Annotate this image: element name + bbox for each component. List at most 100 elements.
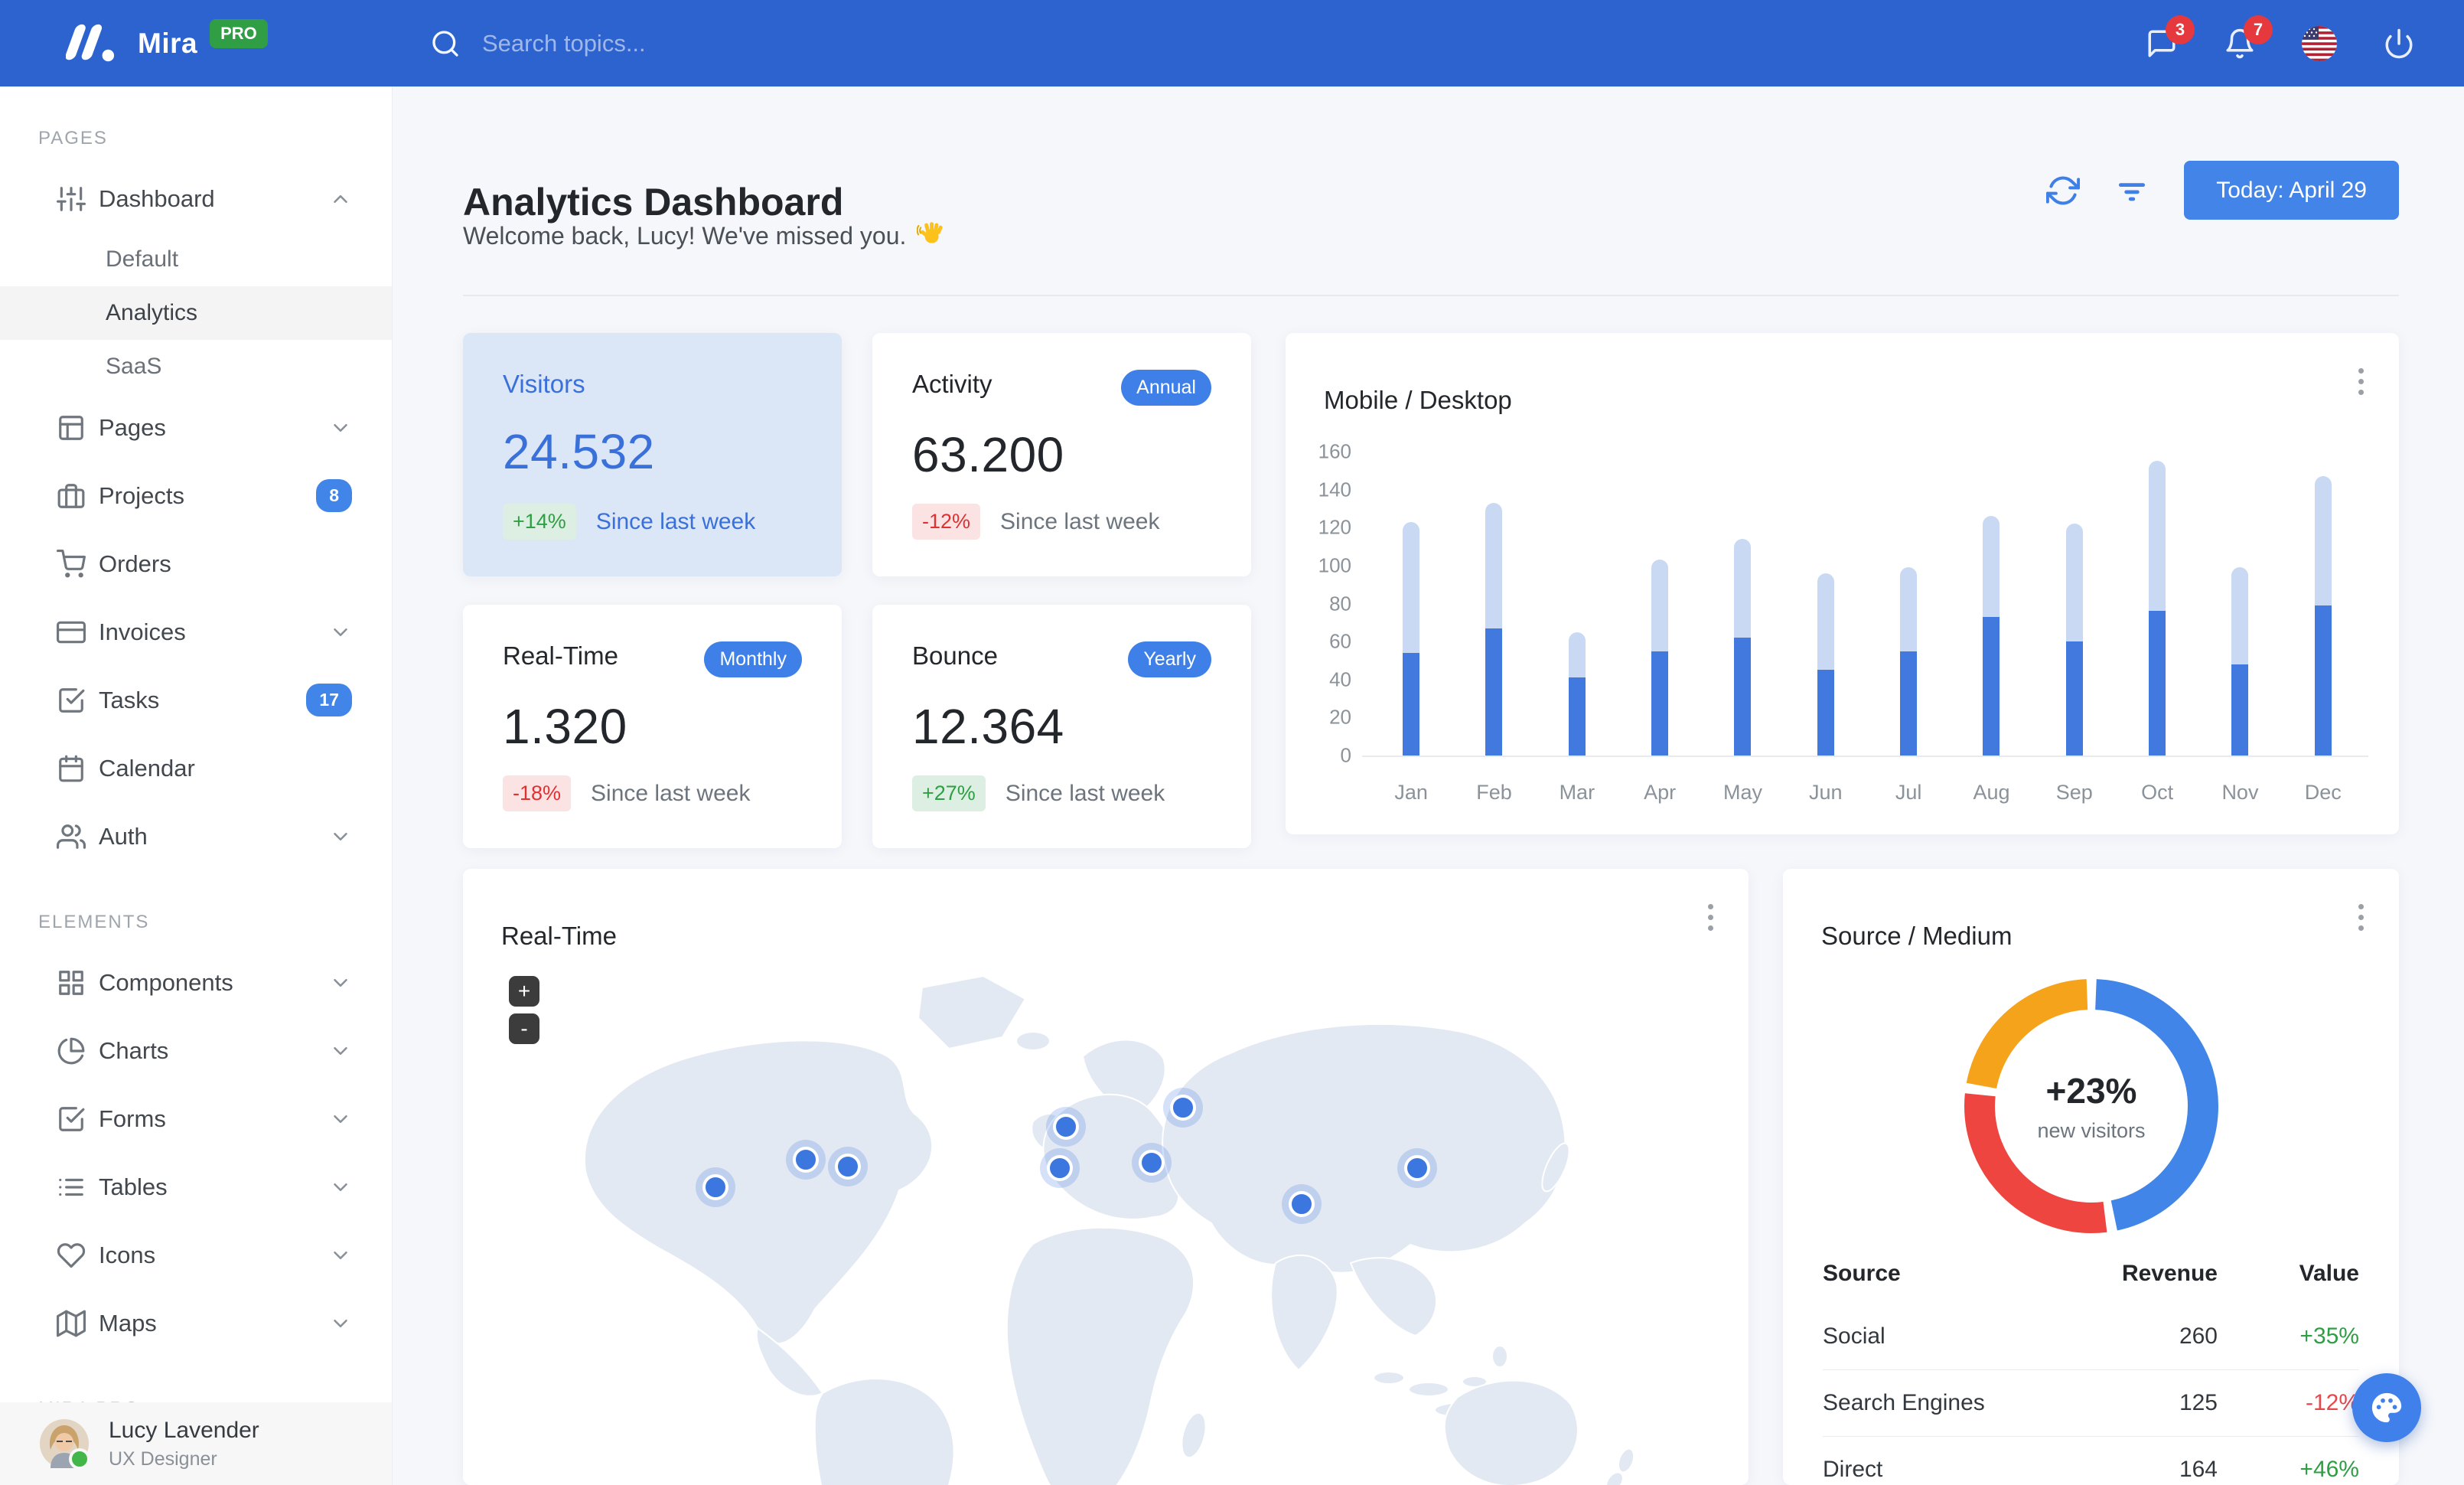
- sidebar-item-forms[interactable]: Forms: [0, 1085, 392, 1153]
- brand[interactable]: Mira PRO: [0, 18, 392, 66]
- analytics-dashboard-app: Mira PRO 3 7: [0, 0, 2464, 1485]
- table-row-social[interactable]: Social 260 +35%: [1823, 1304, 2359, 1369]
- bar-apr[interactable]: [1618, 452, 1701, 756]
- calendar-icon: [57, 754, 86, 783]
- date-range-button[interactable]: Today: April 29: [2184, 161, 2399, 220]
- map-marker[interactable]: [1046, 1107, 1086, 1147]
- sidebar-subitem-default[interactable]: Default: [0, 233, 392, 286]
- source-medium-card: Source / Medium +23% new visitors Source…: [1783, 869, 2399, 1485]
- sidebar-subitem-analytics[interactable]: Analytics: [0, 286, 392, 340]
- cell-value: +35%: [2299, 1323, 2359, 1349]
- bar-segment-mobile: [1983, 616, 2000, 756]
- sidebar-section-label: PAGES: [38, 128, 108, 148]
- x-tick-label: Jul: [1895, 781, 1922, 804]
- language-button[interactable]: [2302, 25, 2337, 61]
- sidebar-item-tasks[interactable]: Tasks 17: [0, 666, 392, 734]
- chevron-down-icon: [329, 1040, 352, 1062]
- map-marker[interactable]: [1040, 1148, 1080, 1188]
- notifications-button[interactable]: 7: [2224, 15, 2273, 60]
- sidebar-item-label: Orders: [99, 550, 171, 577]
- stat-caption: Since last week: [595, 508, 756, 534]
- map-marker[interactable]: [786, 1140, 826, 1180]
- stat-delta-badge: -18%: [503, 775, 572, 811]
- sidebar-item-charts[interactable]: Charts: [0, 1017, 392, 1085]
- bar-jan[interactable]: [1370, 452, 1452, 756]
- x-tick-label: Apr: [1644, 781, 1677, 804]
- world-map[interactable]: [463, 942, 1749, 1485]
- bar-jul[interactable]: [1867, 452, 1950, 756]
- map-marker[interactable]: [696, 1167, 735, 1207]
- map-marker[interactable]: [1163, 1088, 1203, 1128]
- bar-sep[interactable]: [2033, 452, 2116, 756]
- bar-feb[interactable]: [1452, 452, 1535, 756]
- x-tick-label: Jan: [1394, 781, 1428, 804]
- sidebar-item-maps[interactable]: Maps: [0, 1289, 392, 1357]
- logout-button[interactable]: [2383, 28, 2415, 60]
- sidebar-item-components[interactable]: Components: [0, 948, 392, 1017]
- bar-may[interactable]: [1701, 452, 1784, 756]
- sidebar-badge: 17: [306, 684, 352, 716]
- map-marker[interactable]: [1397, 1148, 1437, 1188]
- sidebar-user[interactable]: Lucy Lavender UX Designer: [0, 1402, 392, 1485]
- theme-settings-fab[interactable]: [2352, 1373, 2421, 1442]
- stat-value: 12.364: [912, 699, 1064, 754]
- sidebar-item-auth[interactable]: Auth: [0, 802, 392, 870]
- sidebar-item-orders[interactable]: Orders: [0, 530, 392, 598]
- bar-segment-desktop: [2231, 567, 2249, 664]
- sidebar-badge: 8: [316, 479, 352, 512]
- search-input[interactable]: [481, 28, 1019, 58]
- map-zoom-in-button[interactable]: +: [509, 976, 539, 1007]
- header-divider: [463, 295, 2399, 296]
- bar-segment-mobile: [1817, 670, 1834, 756]
- kebab-menu-icon[interactable]: [2358, 904, 2364, 931]
- bar-mar[interactable]: [1536, 452, 1618, 756]
- sidebar-item-calendar[interactable]: Calendar: [0, 734, 392, 802]
- sidebar-item-invoices[interactable]: Invoices: [0, 598, 392, 666]
- chevron-down-icon: [329, 1312, 352, 1335]
- sidebar-item-pages[interactable]: Pages: [0, 393, 392, 462]
- table-row-search-engines[interactable]: Search Engines 125 -12%: [1823, 1369, 2359, 1436]
- messages-button[interactable]: 3: [2146, 15, 2195, 60]
- refresh-icon[interactable]: [2046, 174, 2081, 207]
- table-row-direct[interactable]: Direct 164 +46%: [1823, 1436, 2359, 1485]
- sidebar-item-label: Components: [99, 968, 233, 996]
- map-zoom-out-button[interactable]: -: [509, 1013, 539, 1044]
- sidebar-item-label: Pages: [99, 413, 166, 441]
- map-marker[interactable]: [828, 1147, 868, 1186]
- bar-jun[interactable]: [1784, 452, 1867, 756]
- bar-segment-mobile: [1734, 638, 1752, 756]
- cell-value: -12%: [2305, 1390, 2359, 1415]
- stat-period-badge[interactable]: Yearly: [1128, 641, 1211, 677]
- grid-icon: [57, 968, 86, 997]
- cell-source: Search Engines: [1823, 1390, 1985, 1415]
- sidebar-item-dashboard[interactable]: Dashboard: [0, 165, 392, 233]
- bar-dec[interactable]: [2282, 452, 2365, 756]
- x-tick-label: Nov: [2221, 781, 2259, 804]
- sidebar-item-icons[interactable]: Icons: [0, 1221, 392, 1289]
- online-status-dot: [69, 1448, 90, 1470]
- global-search[interactable]: [430, 28, 2146, 59]
- user-role: UX Designer: [109, 1447, 217, 1470]
- sidebar-section-label: ELEMENTS: [38, 912, 150, 932]
- map-marker[interactable]: [1132, 1143, 1172, 1183]
- mobile-desktop-chart-card: Mobile / Desktop 0 20 40 60 80 100 120 140 160 J…: [1286, 333, 2399, 834]
- sidebar-item-label: Projects: [99, 481, 184, 509]
- kebab-menu-icon[interactable]: [1708, 904, 1713, 931]
- kebab-menu-icon[interactable]: [2358, 368, 2364, 395]
- bar-aug[interactable]: [1950, 452, 2032, 756]
- bar-nov[interactable]: [2198, 452, 2281, 756]
- bar-oct[interactable]: [2116, 452, 2198, 756]
- sidebar-item-tables[interactable]: Tables: [0, 1153, 392, 1221]
- source-table: Source Revenue Value Social 260 +35% Search En…: [1823, 1244, 2359, 1485]
- bar-segment-mobile: [1900, 651, 1918, 756]
- stat-period-badge[interactable]: Annual: [1121, 370, 1211, 406]
- sidebar-item-projects[interactable]: Projects 8: [0, 462, 392, 530]
- sidebar-subitem-saas[interactable]: SaaS: [0, 340, 392, 393]
- stat-period-badge[interactable]: Monthly: [704, 641, 802, 677]
- stat-caption: Since last week: [1005, 780, 1165, 806]
- map-marker[interactable]: [1282, 1184, 1322, 1224]
- bar-segment-mobile: [1651, 651, 1669, 756]
- cell-value: +46%: [2299, 1457, 2359, 1482]
- filter-icon[interactable]: [2115, 174, 2149, 207]
- y-tick-label: 20: [1329, 705, 1351, 729]
